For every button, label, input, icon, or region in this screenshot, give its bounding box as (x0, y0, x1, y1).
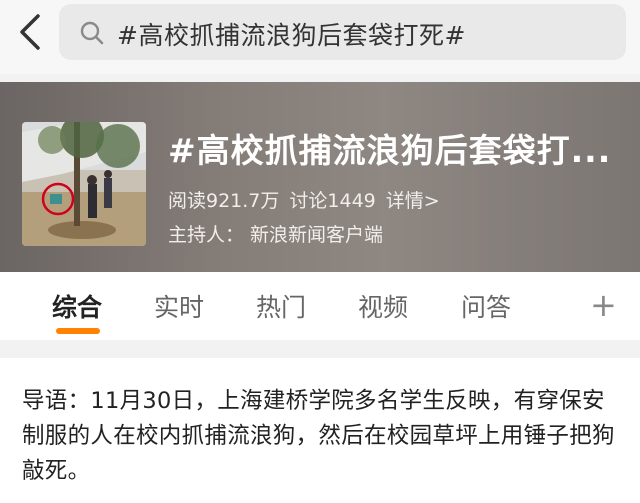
plus-icon[interactable]: + (590, 286, 617, 324)
tab-hot[interactable]: 热门 (256, 288, 306, 324)
search-input[interactable]: #高校抓捕流浪狗后套袋打死# (59, 4, 626, 60)
active-tab-indicator (56, 328, 100, 334)
tab-video[interactable]: 视频 (358, 288, 408, 324)
details-link[interactable]: 详情> (386, 190, 440, 212)
back-arrow-icon[interactable] (14, 12, 48, 52)
topic-thumbnail[interactable] (22, 122, 146, 246)
intro-card: 导语：11月30日，上海建桥学院多名学生反映，有穿保安制服的人在校内抓捕流浪狗，… (0, 358, 640, 503)
topic-header: #高校抓捕流浪狗后套袋打... 阅读921.7万 讨论1449 详情> 主持人： 新浪… (0, 82, 640, 272)
host-label: 主持人： (168, 224, 245, 246)
tab-qa[interactable]: 问答 (461, 288, 511, 324)
topic-host: 主持人： 新浪新闻客户端 (168, 220, 389, 247)
tab-comprehensive[interactable]: 综合 (52, 288, 102, 324)
discussion-count: 讨论1449 (289, 190, 376, 212)
intro-text: 导语：11月30日，上海建桥学院多名学生反映，有穿保安制服的人在校内抓捕流浪狗，… (22, 388, 615, 484)
read-count: 阅读921.7万 (168, 190, 280, 212)
host-name[interactable]: 新浪新闻客户端 (250, 224, 383, 246)
top-bar: #高校抓捕流浪狗后套袋打死# (0, 0, 640, 74)
tab-bar: 综合 实时 热门 视频 问答 + (0, 272, 640, 340)
search-query: #高校抓捕流浪狗后套袋打死# (117, 21, 466, 50)
topic-stats: 阅读921.7万 讨论1449 详情> (168, 186, 450, 213)
tab-realtime[interactable]: 实时 (154, 288, 204, 324)
search-icon (79, 20, 105, 46)
topic-title: #高校抓捕流浪狗后套袋打... (168, 131, 612, 170)
